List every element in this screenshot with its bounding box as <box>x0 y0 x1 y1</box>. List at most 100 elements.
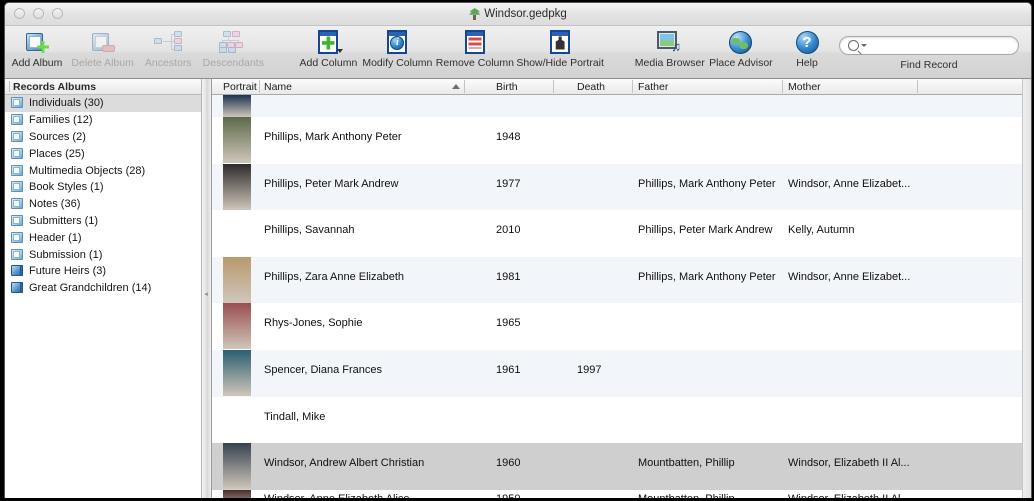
sidebar-item-book-styles[interactable]: Book Styles (1) <box>5 179 201 196</box>
sidebar-splitter[interactable]: ◂ <box>202 79 212 500</box>
sidebar-header: Records Albums <box>5 79 201 95</box>
album-folder-icon <box>11 214 24 227</box>
vertical-scrollbar[interactable] <box>1022 79 1031 500</box>
column-header-portrait[interactable]: Portrait <box>212 79 259 94</box>
row-cell-birth: 1948 <box>496 131 521 143</box>
row-cell-birth: 1961 <box>496 363 521 376</box>
row-cell-mother: Windsor, Anne Elizabet... <box>788 270 911 283</box>
toolbar-button-help[interactable]: ? Help <box>775 26 839 69</box>
sidebar-item-great-grandchildren[interactable]: Great Grandchildren (14) <box>5 280 201 297</box>
row-cell-father: Phillips, Peter Mark Andrew <box>638 224 773 237</box>
row-cell-father: Phillips, Mark Anthony Peter <box>638 177 776 190</box>
table-row[interactable]: Phillips, Peter Mark Andrew 1977 Phillips,… <box>212 163 1031 211</box>
toolbar-button-show-hide-portrait[interactable]: Show/Hide Portrait <box>515 26 604 69</box>
sidebar-item-future-heirs[interactable]: Future Heirs (3) <box>5 263 201 280</box>
row-portrait-cell <box>212 95 259 117</box>
family-tree-icon <box>469 8 481 20</box>
column-header-mother[interactable]: Mother <box>782 79 917 94</box>
sidebar-item-individuals[interactable]: Individuals (30) <box>5 95 201 112</box>
sidebar-item-label: Individuals (30) <box>29 97 104 110</box>
toolbar-button-descendants[interactable]: Descendants <box>200 26 266 69</box>
toolbar-button-ancestors[interactable]: Ancestors <box>136 26 200 69</box>
row-cell-mother <box>782 350 917 364</box>
row-cell-name: Tindall, Mike <box>264 410 326 423</box>
column-header-death[interactable]: Death <box>553 79 632 94</box>
table-row[interactable]: Tindall, Mike <box>212 396 1031 444</box>
row-cell-name: Spencer, Diana Frances <box>264 363 383 376</box>
row-cell-father <box>632 117 782 131</box>
title-bar[interactable]: Windsor.gedpkg <box>5 3 1031 26</box>
row-cell-mother <box>782 397 917 411</box>
row-portrait-cell <box>212 117 259 163</box>
row-cell-extra <box>917 257 1031 271</box>
table-row[interactable] <box>212 95 1031 117</box>
sidebar-item-places[interactable]: Places (25) <box>5 145 201 162</box>
search-menu-chevron-icon[interactable] <box>861 44 867 47</box>
search-field[interactable] <box>839 36 1019 55</box>
row-cell-mother <box>782 303 917 317</box>
application-window: Windsor.gedpkg Add Album Delete Album An… <box>4 2 1032 501</box>
table-row[interactable]: Phillips, Zara Anne Elizabeth 1981 Phillip… <box>212 256 1031 304</box>
table-row[interactable]: Rhys-Jones, Sophie 1965 <box>212 303 1031 350</box>
sidebar-item-label: Future Heirs (3) <box>29 265 107 278</box>
toolbar-button-media-browser[interactable]: ♫ Media Browser <box>633 26 707 69</box>
row-cell-name: Phillips, Mark Anthony Peter <box>264 131 402 143</box>
toolbar-button-remove-column[interactable]: Remove Column <box>434 26 515 69</box>
row-cell-mother: Kelly, Autumn <box>788 224 855 237</box>
column-header-name[interactable]: Name <box>259 79 464 94</box>
toolbar-button-delete-album[interactable]: Delete Album <box>69 26 136 69</box>
table-row[interactable]: Windsor, Andrew Albert Christian 1960 Moun… <box>212 443 1031 490</box>
window-title: Windsor.gedpkg <box>5 3 1031 25</box>
sidebar-item-submitters[interactable]: Submitters (1) <box>5 213 201 230</box>
row-cell-extra <box>917 303 1031 317</box>
row-cell-father: Phillips, Mark Anthony Peter <box>638 270 776 283</box>
table-row[interactable]: Phillips, Mark Anthony Peter 1948 <box>212 117 1031 164</box>
toolbar-button-modify-column[interactable]: i Modify Column <box>360 26 434 69</box>
sidebar-item-sources[interactable]: Sources (2) <box>5 129 201 146</box>
place-advisor-icon <box>729 29 753 55</box>
portrait-placeholder <box>223 397 251 443</box>
portrait-thumbnail <box>223 443 251 490</box>
table-row[interactable]: Phillips, Savannah 2010 Phillips, Peter Ma… <box>212 210 1031 257</box>
toolbar-button-add-album[interactable]: Add Album <box>5 26 69 69</box>
row-cell-extra <box>917 350 1031 364</box>
sidebar-item-label: Sources (2) <box>29 130 86 143</box>
splitter-grip-icon[interactable]: ◂ <box>203 291 209 298</box>
album-folder-icon <box>11 248 24 261</box>
sidebar-item-notes[interactable]: Notes (36) <box>5 196 201 213</box>
column-header-father[interactable]: Father <box>632 79 782 94</box>
search-icon <box>848 40 859 51</box>
portrait-thumbnail <box>223 303 251 350</box>
row-cell-birth: 1981 <box>496 270 521 283</box>
row-cell-father <box>632 397 782 411</box>
row-cell-mother <box>782 117 917 131</box>
column-header-birth[interactable]: Birth <box>464 79 553 94</box>
portrait-thumbnail <box>223 256 251 303</box>
chevron-down-icon[interactable] <box>337 49 344 53</box>
sidebar-item-label: Great Grandchildren (14) <box>29 282 152 295</box>
row-cell-death <box>553 443 632 457</box>
row-cell-name: Phillips, Zara Anne Elizabeth <box>264 270 405 283</box>
column-header-extra[interactable] <box>917 79 1031 94</box>
portrait-thumbnail <box>223 95 251 117</box>
row-cell-extra <box>917 164 1031 178</box>
sidebar-item-label: Places (25) <box>29 147 85 160</box>
sidebar-item-families[interactable]: Families (12) <box>5 112 201 129</box>
column-header-label: Birth <box>496 80 518 93</box>
toolbar-button-add-column[interactable]: Add Column <box>296 26 360 69</box>
row-cell-death <box>553 490 632 493</box>
search-input[interactable] <box>871 38 1017 53</box>
row-portrait-cell <box>212 303 259 350</box>
row-cell-death: 1997 <box>577 363 602 376</box>
sidebar-list: Individuals (30) Families (12) Sources (2)… <box>5 95 201 500</box>
sidebar-item-header[interactable]: Header (1) <box>5 229 201 246</box>
sidebar-item-submission[interactable]: Submission (1) <box>5 246 201 263</box>
table-row[interactable]: Spencer, Diana Frances 1961 1997 <box>212 349 1031 397</box>
album-folder-icon <box>11 147 24 160</box>
toolbar-button-place-advisor[interactable]: Place Advisor <box>707 26 775 69</box>
sidebar-item-label: Notes (36) <box>29 198 81 211</box>
sidebar-item-multimedia-objects[interactable]: Multimedia Objects (28) <box>5 162 201 179</box>
row-cell-death <box>553 117 632 131</box>
add-album-icon <box>26 29 49 55</box>
album-folder-icon <box>11 130 24 143</box>
